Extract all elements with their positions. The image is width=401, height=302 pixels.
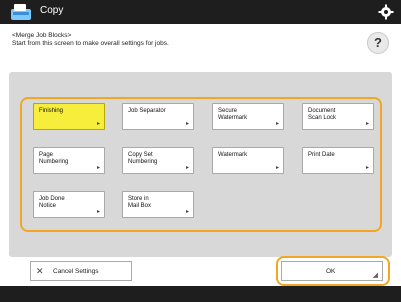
function-button-label: Copy Set Numbering xyxy=(128,152,158,165)
arrow-icon: ▸ xyxy=(275,121,279,127)
arrow-icon: ▸ xyxy=(96,165,100,171)
arrow-icon: ▸ xyxy=(275,165,279,171)
function-button[interactable]: Secure Watermark ▸ xyxy=(212,103,284,130)
arrow-icon: ▸ xyxy=(365,121,369,127)
title-bar: Copy xyxy=(0,0,401,24)
function-button[interactable]: Job Separator ▸ xyxy=(122,103,194,130)
function-button-label: Job Separator xyxy=(128,108,166,114)
function-button[interactable]: Store in Mail Box ▸ xyxy=(122,191,194,218)
arrow-icon: ▸ xyxy=(96,121,100,127)
function-button-label: Secure Watermark xyxy=(218,108,248,121)
function-button-label: Print Date xyxy=(308,152,335,158)
cancel-settings-label: Cancel Settings xyxy=(53,268,99,275)
ok-highlight-frame xyxy=(276,256,390,286)
window-title: Copy xyxy=(40,5,64,16)
arrow-icon: ▸ xyxy=(185,209,189,215)
function-button[interactable]: Watermark ▸ xyxy=(212,147,284,174)
instruction-title: <Merge Job Blocks> xyxy=(12,32,72,39)
close-icon: ✕ xyxy=(36,266,44,276)
function-button[interactable]: Document Scan Lock ▸ xyxy=(302,103,374,130)
function-button[interactable]: Page Numbering ▸ xyxy=(33,147,105,174)
arrow-icon: ▸ xyxy=(185,165,189,171)
function-button-label: Watermark xyxy=(218,152,248,158)
gear-icon[interactable] xyxy=(378,4,394,20)
cancel-settings-button[interactable]: ✕ Cancel Settings xyxy=(30,261,132,281)
arrow-icon: ▸ xyxy=(185,121,189,127)
function-button[interactable]: Job Done Notice ▸ xyxy=(33,191,105,218)
function-button-label: Finishing xyxy=(39,108,64,114)
instruction-text: Start from this screen to make overall s… xyxy=(12,40,169,47)
function-button-label: Store in Mail Box xyxy=(128,196,152,209)
function-button-label: Page Numbering xyxy=(39,152,69,165)
function-button-label: Job Done Notice xyxy=(39,196,65,209)
function-button[interactable]: Finishing ▸ xyxy=(33,103,105,130)
copy-app-icon xyxy=(11,4,31,20)
arrow-icon: ▸ xyxy=(96,209,100,215)
function-button-label: Document Scan Lock xyxy=(308,108,337,121)
footer-strip xyxy=(0,286,401,302)
function-button[interactable]: Copy Set Numbering ▸ xyxy=(122,147,194,174)
instruction-area: <Merge Job Blocks> Start from this scree… xyxy=(0,24,401,70)
arrow-icon: ▸ xyxy=(365,165,369,171)
function-button[interactable]: Print Date ▸ xyxy=(302,147,374,174)
help-button[interactable]: ? xyxy=(367,32,389,54)
